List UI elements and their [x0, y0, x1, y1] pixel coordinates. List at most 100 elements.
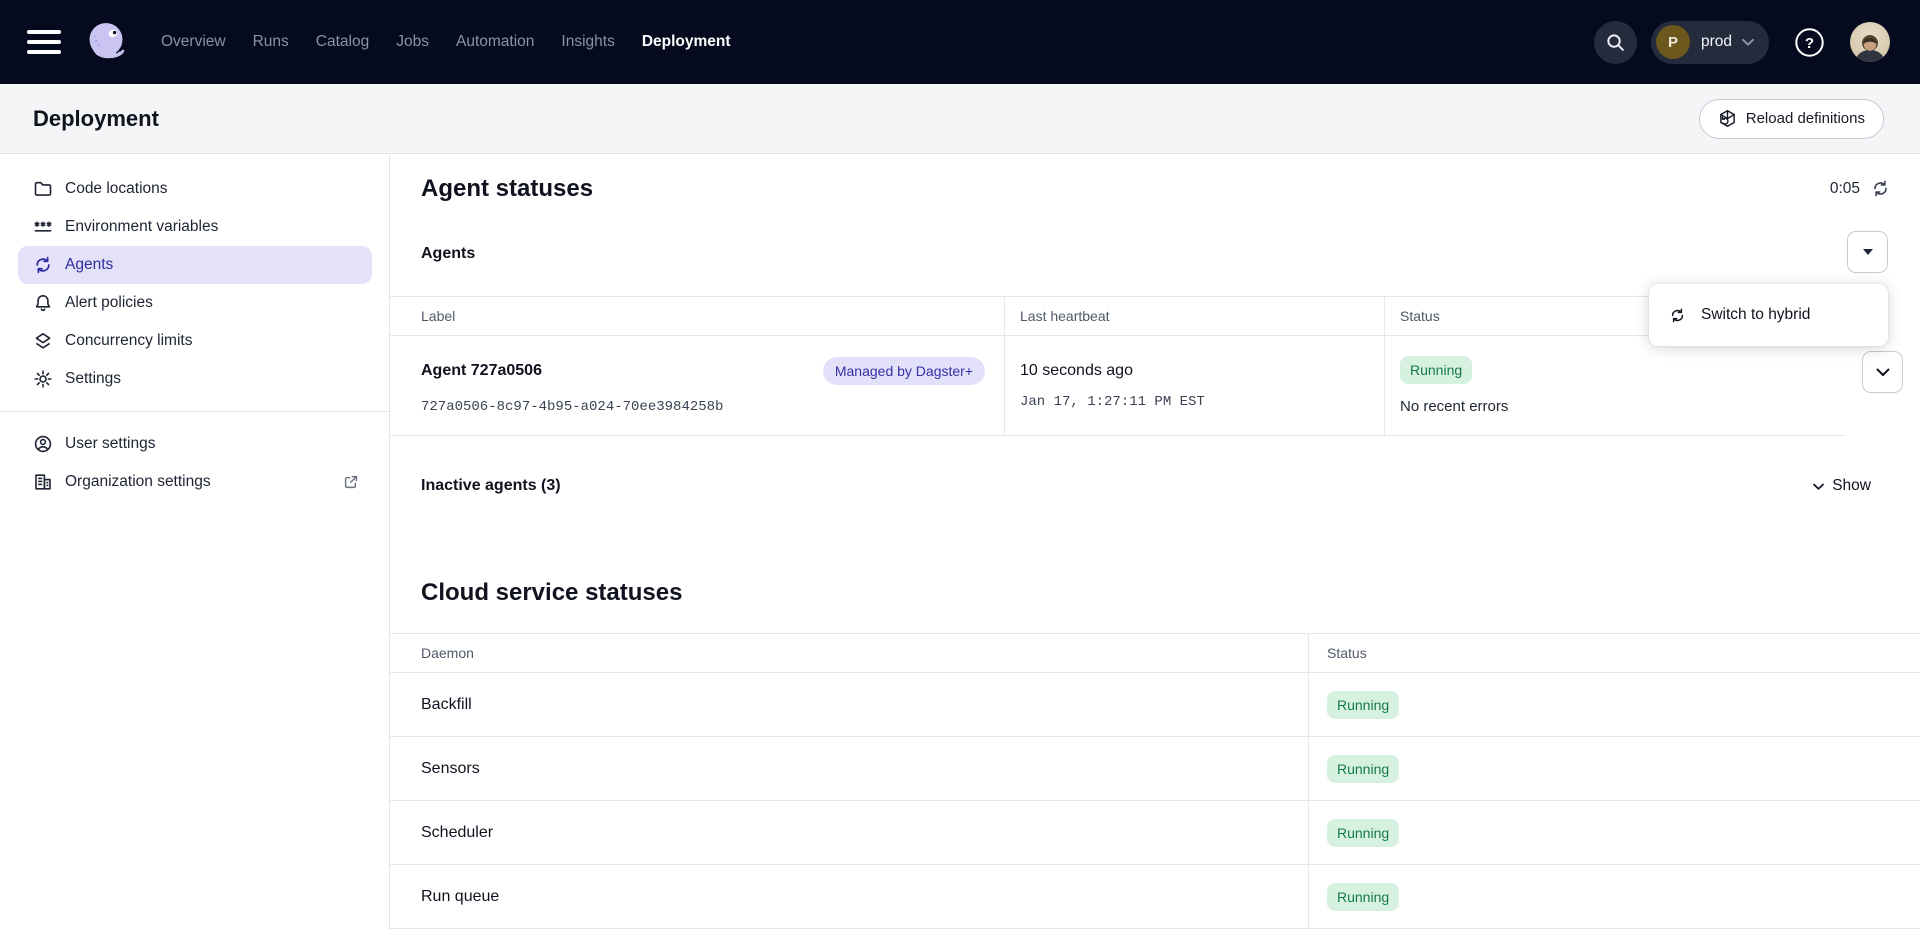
reload-cube-icon: [1718, 109, 1737, 128]
agent-heartbeat-cell: 10 seconds ago Jan 17, 1:27:11 PM EST: [1004, 336, 1384, 435]
inactive-agents-row: Inactive agents (3) Show: [421, 477, 1871, 495]
chevron-down-icon: [1875, 367, 1891, 378]
inactive-agents-show-toggle[interactable]: Show: [1812, 477, 1871, 495]
sidebar-item-label: Organization settings: [65, 473, 330, 491]
daemon-row-run-queue: Run queue Running: [390, 865, 1920, 929]
daemon-name: Sensors: [390, 737, 1308, 800]
deployment-initial-badge: P: [1656, 25, 1690, 59]
nav-insights[interactable]: Insights: [561, 33, 614, 51]
agent-row: Agent 727a0506 Managed by Dagster+ 727a0…: [390, 336, 1845, 436]
cloud-service-statuses-heading: Cloud service statuses: [421, 579, 682, 607]
sidebar-divider: [0, 411, 389, 412]
sidebar-item-label: Code locations: [65, 180, 168, 198]
primary-nav: Overview Runs Catalog Jobs Automation In…: [161, 33, 731, 51]
agents-subheading: Agents: [421, 245, 475, 263]
agent-status-cell: Running No recent errors: [1384, 336, 1845, 435]
running-status-badge: Running: [1400, 356, 1472, 384]
agents-actions-menu: Switch to hybrid: [1649, 284, 1888, 346]
topnav-right-cluster: P prod ?: [1594, 21, 1890, 64]
daemon-row-sensors: Sensors Running: [390, 737, 1920, 801]
running-status-badge: Running: [1327, 883, 1399, 911]
folder-icon: [33, 179, 53, 199]
agent-name: Agent 727a0506: [421, 362, 542, 380]
agent-statuses-heading: Agent statuses: [421, 175, 593, 203]
reload-definitions-label: Reload definitions: [1746, 110, 1865, 127]
daemon-name: Run queue: [390, 865, 1308, 928]
sidebar-item-user-settings[interactable]: User settings: [18, 425, 372, 463]
svg-text:?: ?: [1805, 35, 1814, 52]
top-nav: Overview Runs Catalog Jobs Automation In…: [0, 0, 1920, 84]
column-header-daemon: Daemon: [390, 634, 1308, 672]
running-status-badge: Running: [1327, 691, 1399, 719]
deployment-name: prod: [1701, 33, 1732, 51]
cloud-table-header: Daemon Status: [390, 633, 1920, 673]
external-link-icon: [342, 473, 360, 491]
nav-runs[interactable]: Runs: [253, 33, 289, 51]
agent-row-expand-button[interactable]: [1862, 351, 1903, 393]
running-status-badge: Running: [1327, 819, 1399, 847]
agents-table: Label Last heartbeat Status Agent 727a05…: [390, 296, 1845, 436]
refresh-countdown-value: 0:05: [1830, 180, 1860, 198]
sidebar-item-agents[interactable]: Agents: [18, 246, 372, 284]
deployment-switcher[interactable]: P prod: [1651, 21, 1769, 64]
hamburger-menu-icon[interactable]: [27, 30, 61, 54]
nav-jobs[interactable]: Jobs: [396, 33, 429, 51]
nav-deployment[interactable]: Deployment: [642, 33, 731, 51]
daemon-status-cell: Running: [1308, 865, 1920, 928]
main-content: Agent statuses 0:05 Agents Label Last he…: [390, 155, 1920, 930]
cloud-services-table: Daemon Status Backfill Running Sensors R…: [390, 633, 1920, 929]
heartbeat-timestamp: Jan 17, 1:27:11 PM EST: [1020, 394, 1384, 410]
chevron-down-icon: [1741, 37, 1755, 47]
heartbeat-relative: 10 seconds ago: [1020, 362, 1384, 380]
sidebar-item-label: Concurrency limits: [65, 332, 192, 350]
column-header-last-heartbeat: Last heartbeat: [1004, 297, 1384, 335]
help-button[interactable]: ?: [1794, 27, 1825, 58]
sidebar-item-environment-variables[interactable]: Environment variables: [18, 208, 372, 246]
daemon-row-scheduler: Scheduler Running: [390, 801, 1920, 865]
menu-item-label: Switch to hybrid: [1701, 306, 1810, 324]
sidebar-item-label: Settings: [65, 370, 121, 388]
reload-definitions-button[interactable]: Reload definitions: [1699, 99, 1884, 139]
page-header: Deployment Reload definitions: [0, 84, 1920, 154]
layers-icon: [33, 331, 53, 351]
daemon-status-cell: Running: [1308, 801, 1920, 864]
column-header-label: Label: [390, 297, 1004, 335]
search-button[interactable]: [1594, 21, 1637, 64]
agent-id: 727a0506-8c97-4b95-a024-70ee3984258b: [421, 399, 1004, 415]
refresh-icon[interactable]: [1871, 179, 1890, 198]
nav-automation[interactable]: Automation: [456, 33, 534, 51]
caret-down-icon: [1863, 249, 1873, 255]
sidebar-item-concurrency-limits[interactable]: Concurrency limits: [18, 322, 372, 360]
question-circle-icon: ?: [1794, 27, 1825, 58]
dagster-logo[interactable]: [81, 17, 131, 67]
sidebar-item-label: Alert policies: [65, 294, 153, 312]
sidebar-item-label: Environment variables: [65, 218, 218, 236]
sidebar-item-organization-settings[interactable]: Organization settings: [18, 463, 372, 501]
agents-actions-dropdown-button[interactable]: [1847, 231, 1888, 273]
nav-overview[interactable]: Overview: [161, 33, 226, 51]
page-title: Deployment: [33, 106, 159, 132]
user-avatar[interactable]: [1850, 22, 1890, 62]
agent-icon: [1669, 307, 1686, 324]
deployment-sidebar: Code locations Environment variables: [0, 155, 390, 930]
user-circle-icon: [33, 434, 53, 454]
bell-icon: [33, 293, 53, 313]
sidebar-item-settings[interactable]: Settings: [18, 360, 372, 398]
agent-label-cell: Agent 727a0506 Managed by Dagster+ 727a0…: [390, 336, 1004, 435]
daemon-status-cell: Running: [1308, 737, 1920, 800]
menu-item-switch-to-hybrid[interactable]: Switch to hybrid: [1649, 290, 1888, 340]
env-vars-icon: [33, 217, 53, 237]
sidebar-item-code-locations[interactable]: Code locations: [18, 170, 372, 208]
sidebar-item-label: User settings: [65, 435, 155, 453]
chevron-down-icon: [1812, 482, 1825, 491]
nav-catalog[interactable]: Catalog: [316, 33, 369, 51]
sidebar-item-alert-policies[interactable]: Alert policies: [18, 284, 372, 322]
refresh-countdown: 0:05: [1830, 179, 1890, 198]
gear-icon: [33, 369, 53, 389]
running-status-badge: Running: [1327, 755, 1399, 783]
building-icon: [33, 472, 53, 492]
agent-icon: [33, 255, 53, 275]
sidebar-item-label: Agents: [65, 256, 113, 274]
column-header-status: Status: [1308, 634, 1920, 672]
inactive-agents-label: Inactive agents (3): [421, 477, 561, 495]
